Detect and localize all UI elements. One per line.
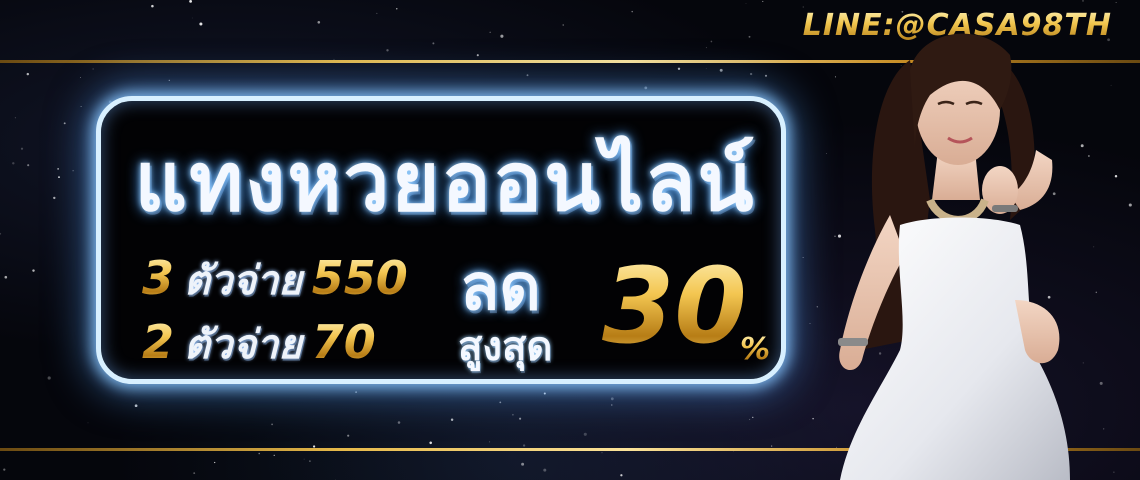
star bbox=[611, 404, 613, 406]
payout-digits: 3 bbox=[142, 251, 175, 305]
star bbox=[258, 452, 260, 455]
star bbox=[92, 68, 94, 70]
star bbox=[631, 10, 633, 13]
star bbox=[199, 22, 203, 26]
star bbox=[397, 421, 401, 424]
star bbox=[764, 74, 768, 77]
star bbox=[20, 147, 24, 150]
star bbox=[80, 106, 82, 107]
star bbox=[526, 74, 529, 77]
star bbox=[168, 79, 170, 82]
star bbox=[214, 461, 216, 464]
star bbox=[271, 423, 274, 426]
star bbox=[500, 34, 504, 38]
star bbox=[26, 72, 30, 76]
star bbox=[47, 376, 51, 380]
star bbox=[53, 196, 56, 200]
star bbox=[429, 441, 432, 445]
star bbox=[489, 31, 491, 33]
star bbox=[32, 269, 35, 272]
promo-banner: LINE:@CASA98TH แทงหวยออนไลน์ 3 ตัวจ่าย 550… bbox=[0, 0, 1140, 480]
star bbox=[601, 452, 603, 454]
star bbox=[745, 3, 747, 5]
discount-unit: % bbox=[740, 332, 771, 367]
star bbox=[749, 418, 751, 421]
payout-digits: 2 bbox=[142, 315, 175, 369]
star bbox=[27, 164, 30, 167]
star bbox=[347, 434, 350, 437]
star bbox=[583, 432, 587, 436]
star bbox=[151, 4, 154, 8]
star bbox=[705, 68, 707, 69]
star bbox=[562, 24, 564, 26]
star bbox=[432, 42, 435, 45]
star bbox=[72, 170, 74, 172]
star bbox=[396, 8, 398, 10]
star bbox=[748, 35, 751, 38]
payout-label: ตัวจ่าย bbox=[184, 258, 302, 304]
discount-value: 30 bbox=[602, 245, 747, 367]
star bbox=[134, 404, 138, 408]
star bbox=[57, 168, 59, 170]
star bbox=[376, 12, 378, 14]
star bbox=[303, 458, 305, 460]
star bbox=[489, 441, 491, 443]
star bbox=[521, 462, 525, 466]
star bbox=[63, 122, 66, 125]
star bbox=[749, 72, 753, 76]
star bbox=[644, 86, 648, 90]
star bbox=[450, 418, 454, 421]
payout-rate: 70 bbox=[311, 315, 376, 369]
star bbox=[705, 47, 707, 49]
star bbox=[610, 397, 614, 401]
payout-row-2-digit: 2 ตัวจ่าย 70 bbox=[142, 312, 376, 376]
star bbox=[543, 468, 547, 472]
star bbox=[79, 77, 81, 78]
star bbox=[3, 468, 6, 471]
star bbox=[512, 413, 514, 416]
star bbox=[0, 232, 2, 235]
star bbox=[476, 54, 479, 57]
payout-rate: 550 bbox=[311, 251, 408, 305]
discount-max-word: สูงสุด bbox=[458, 324, 553, 370]
headline-title: แทงหวยออนไลน์ bbox=[134, 135, 756, 230]
star bbox=[543, 392, 546, 395]
star bbox=[58, 176, 60, 179]
star bbox=[762, 0, 764, 2]
star bbox=[14, 117, 16, 119]
star bbox=[12, 162, 15, 165]
star bbox=[677, 67, 681, 70]
star bbox=[710, 40, 713, 43]
star bbox=[309, 460, 311, 462]
star bbox=[355, 391, 357, 393]
star bbox=[317, 21, 321, 24]
star bbox=[522, 444, 526, 447]
payout-row-3-digit: 3 ตัวจ่าย 550 bbox=[142, 248, 408, 312]
star bbox=[4, 275, 8, 279]
star bbox=[499, 401, 502, 404]
star bbox=[752, 416, 754, 418]
model-photo-icon bbox=[838, 33, 1070, 480]
star bbox=[87, 422, 89, 424]
star bbox=[386, 49, 389, 52]
star bbox=[191, 17, 193, 19]
star bbox=[519, 417, 522, 420]
star bbox=[620, 474, 623, 477]
star bbox=[193, 472, 196, 474]
star bbox=[719, 68, 723, 72]
star bbox=[189, 0, 192, 3]
payout-label: ตัวจ่าย bbox=[184, 322, 302, 368]
star bbox=[273, 454, 275, 457]
